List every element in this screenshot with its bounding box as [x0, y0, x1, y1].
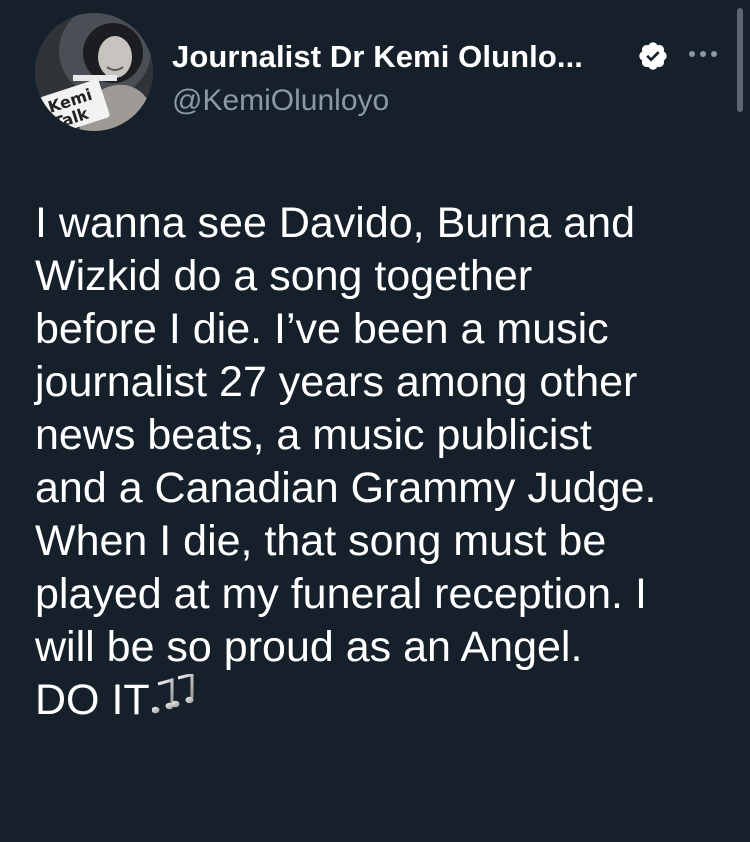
musical-notes-icon: [151, 674, 194, 714]
scrollbar[interactable]: [737, 8, 743, 112]
tweet-text-line: Wizkid do a song together: [35, 252, 533, 300]
tweet-text: I wanna see Davido, Burna and Wizkid do …: [35, 197, 735, 727]
tweet-text-line: news beats, a music publicist: [35, 411, 592, 459]
tweet-text-line: journalist 27 years among other: [35, 358, 638, 406]
avatar-image: Kemi Talk: [35, 13, 153, 131]
tweet: Kemi Talk Journalist Dr Kemi Olunlo... @…: [0, 0, 750, 842]
avatar[interactable]: Kemi Talk: [35, 13, 153, 131]
verified-badge-icon: [639, 42, 667, 70]
tweet-text-line: and a Canadian Grammy Judge.: [35, 464, 657, 512]
tweet-text-line: I wanna see Davido, Burna and: [35, 199, 636, 247]
tweet-text-last-line: DO IT: [35, 674, 735, 727]
user-handle[interactable]: @KemiOlunloyo: [172, 84, 389, 118]
tweet-text-line: will be so proud as an Angel.: [35, 623, 583, 671]
tweet-header: Kemi Talk Journalist Dr Kemi Olunlo... @…: [0, 0, 750, 160]
more-options-icon[interactable]: [683, 42, 723, 66]
display-name[interactable]: Journalist Dr Kemi Olunlo...: [172, 39, 583, 75]
tweet-text-line: played at my funeral reception. I: [35, 570, 647, 618]
tweet-text-line: When I die, that song must be: [35, 517, 607, 565]
tweet-text-line: before I die. I’ve been a music: [35, 305, 609, 353]
tweet-text-line: DO IT: [35, 676, 150, 724]
